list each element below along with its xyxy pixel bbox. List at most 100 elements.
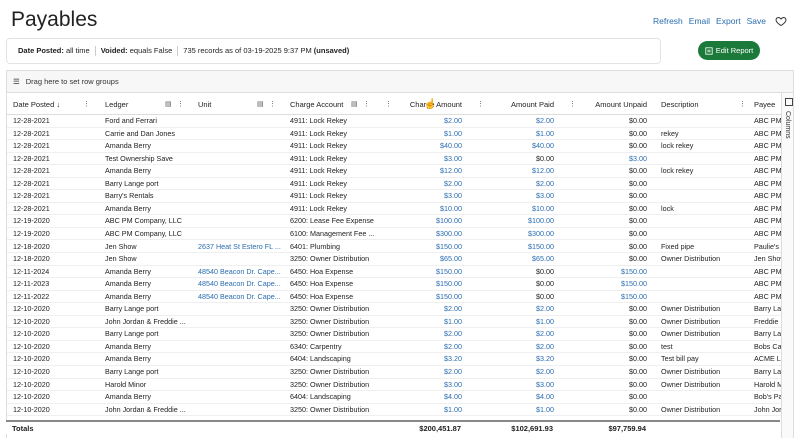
cell-charge-account: 6450: Hoa Expense — [290, 291, 354, 301]
save-link[interactable]: Save — [747, 16, 766, 26]
filter-voided[interactable]: Voided: equals False — [96, 46, 179, 56]
cell-charge-amount[interactable]: $300.00 — [377, 228, 462, 241]
cell-charge-amount[interactable]: $65.00 — [377, 253, 462, 266]
cell-charge-amount[interactable]: $2.00 — [377, 366, 462, 379]
cell-charge-amount[interactable]: $150.00 — [377, 241, 462, 254]
cell-payee: Jen Show — [754, 254, 782, 264]
table-row[interactable]: 12-28-2021 Amanda Berry 4911: Lock Rekey $1… — [7, 203, 782, 216]
col-header-charge-account[interactable]: Charge Account — [290, 93, 360, 115]
column-menu-icon[interactable]: ⋮ — [269, 100, 276, 108]
email-link[interactable]: Email — [689, 16, 710, 26]
edit-report-button[interactable]: Edit Report — [698, 41, 760, 60]
cell-charge-amount[interactable]: $3.00 — [377, 190, 462, 203]
table-row[interactable]: 12-28-2021 Barry Lange port 4911: Lock Rek… — [7, 178, 782, 191]
filter-icon[interactable]: ▤ — [165, 100, 172, 108]
cell-ledger: Amanda Berry — [105, 203, 151, 213]
filter-icon[interactable]: ▤ — [257, 100, 264, 108]
table-row[interactable]: 12-10-2020 Harold Minor 3250: Owner Distri… — [7, 379, 782, 392]
col-header-description[interactable]: Description — [661, 93, 731, 115]
cell-charge-amount[interactable]: $40.00 — [377, 140, 462, 153]
table-row[interactable]: 12-28-2021 Barry's Rentals 4911: Lock Reke… — [7, 190, 782, 203]
cell-unit[interactable]: 2637 Heat St Estero FL ... — [198, 241, 283, 254]
cell-charge-account: 6404: Landscaping — [290, 354, 351, 364]
cell-unit — [198, 404, 283, 417]
cell-charge-account: 4911: Lock Rekey — [290, 191, 348, 201]
cell-unit — [198, 153, 283, 166]
cell-charge-amount[interactable]: $2.00 — [377, 328, 462, 341]
row-group-icon: ☰ — [13, 77, 20, 86]
table-row[interactable]: 12-11-2024 Amanda Berry 48540 Beacon Dr. C… — [7, 266, 782, 279]
table-row[interactable]: 12-10-2020 Amanda Berry 6404: Landscaping $… — [7, 353, 782, 366]
filter-date[interactable]: Date Posted: all time — [13, 46, 96, 56]
columns-side-panel-toggle[interactable]: Columns — [781, 93, 793, 438]
cell-unit[interactable]: 48540 Beacon Dr. Cape... — [198, 291, 283, 304]
table-row[interactable]: 12-19-2020 ABC PM Company, LLC 6200: Lease… — [7, 215, 782, 228]
cell-amount-paid: $2.00 — [536, 329, 554, 339]
totals-row: Totals $200,451.87 $102,691.93 $97,759.9… — [6, 420, 780, 434]
filter-bar[interactable]: Date Posted: all time Voided: equals Fal… — [6, 38, 661, 64]
row-group-dropzone[interactable]: ☰ Drag here to set row groups — [7, 71, 793, 93]
col-header-payee[interactable]: Payee — [754, 93, 784, 115]
table-row[interactable]: 12-10-2020 John Jordan & Freddie ... 3250:… — [7, 404, 782, 417]
table-row[interactable]: 12-10-2020 Amanda Berry 6340: Carpentry $2.… — [7, 341, 782, 354]
cell-charge-amount[interactable]: $1.00 — [377, 316, 462, 329]
table-row[interactable]: 12-10-2020 Barry Lange port 3250: Owner Di… — [7, 366, 781, 379]
table-row[interactable]: 12-19-2020 ABC PM Company, LLC 6100: Manag… — [7, 228, 782, 241]
column-menu-icon[interactable]: ⋮ — [83, 100, 90, 108]
column-menu-icon[interactable]: ⋮ — [363, 100, 370, 108]
table-row[interactable]: 12-28-2021 Carrie and Dan Jones 4911: Lock… — [7, 128, 782, 141]
unsaved-flag: (unsaved) — [313, 46, 350, 55]
col-header-unit[interactable]: Unit — [198, 93, 258, 115]
table-row[interactable]: 12-28-2021 Ford and Ferrari 4911: Lock Rek… — [7, 115, 782, 128]
cell-charge-account: 6450: Hoa Expense — [290, 279, 354, 289]
column-menu-icon[interactable]: ⋮ — [177, 100, 184, 108]
cell-charge-amount[interactable]: $2.00 — [377, 303, 462, 316]
cell-charge-amount[interactable]: $150.00 — [377, 266, 462, 279]
cell-charge-amount[interactable]: $150.00 — [377, 278, 462, 291]
cell-charge-amount[interactable]: $4.00 — [377, 391, 462, 404]
cell-charge-amount[interactable]: $3.00 — [377, 379, 462, 392]
column-menu-icon[interactable]: ⋮ — [739, 100, 746, 108]
cell-charge-account: 6404: Landscaping — [290, 392, 351, 402]
cell-charge-amount[interactable]: $2.00 — [377, 178, 462, 191]
cell-charge-amount[interactable]: $1.00 — [377, 128, 462, 141]
cell-unit[interactable]: 48540 Beacon Dr. Cape... — [198, 266, 283, 279]
favorite-heart-icon[interactable] — [775, 15, 787, 27]
table-row[interactable]: 12-10-2020 Barry Lange port 3250: Owner Di… — [7, 328, 781, 341]
cell-ledger: Jen Show — [105, 241, 137, 251]
cell-charge-amount[interactable]: $12.00 — [377, 165, 462, 178]
table-row[interactable]: 12-11-2023 Amanda Berry 48540 Beacon Dr. C… — [7, 278, 782, 291]
cell-unit[interactable]: 48540 Beacon Dr. Cape... — [198, 278, 283, 291]
table-row[interactable]: 12-11-2022 Amanda Berry 48540 Beacon Dr. C… — [7, 291, 782, 304]
cell-charge-account: 3250: Owner Distribution — [290, 404, 370, 414]
cell-charge-amount[interactable]: $2.00 — [377, 115, 462, 128]
cell-amount-unpaid: $0.00 — [629, 254, 647, 264]
cell-amount-paid: $2.00 — [536, 304, 554, 314]
table-row[interactable]: 12-10-2020 Amanda Berry 6404: Landscaping $… — [7, 391, 782, 404]
table-row[interactable]: 12-28-2021 Test Ownership Save 4911: Lock … — [7, 153, 782, 166]
col-header-date-posted[interactable]: Date Posted ↓ — [13, 93, 93, 115]
filter-icon[interactable]: ▤ — [351, 100, 358, 108]
col-header-charge-amount[interactable]: Charge Amount — [377, 93, 462, 115]
cell-charge-amount[interactable]: $2.00 — [377, 341, 462, 354]
cell-date-posted: 12-28-2021 — [13, 178, 50, 188]
table-row[interactable]: 12-28-2021 Amanda Berry 4911: Lock Rekey $4… — [7, 140, 782, 153]
filter-voided-label: Voided: — [100, 46, 128, 55]
cell-charge-amount[interactable]: $100.00 — [377, 215, 462, 228]
table-row[interactable]: 12-10-2020 Barry Lange port 3250: Owner Di… — [7, 303, 781, 316]
cell-amount-unpaid: $0.00 — [629, 241, 647, 251]
col-header-amount-paid[interactable]: Amount Paid — [469, 93, 554, 115]
cell-charge-amount[interactable]: $10.00 — [377, 203, 462, 216]
table-row[interactable]: 12-10-2020 John Jordan & Freddie ... 3250:… — [7, 316, 781, 329]
col-header-amount-unpaid[interactable]: Amount Unpaid — [562, 93, 647, 115]
table-row[interactable]: 12-18-2020 Jen Show 3250: Owner Distributi… — [7, 253, 782, 266]
table-row[interactable]: 12-18-2020 Jen Show 2637 Heat St Estero FL… — [7, 241, 781, 254]
cell-charge-amount[interactable]: $1.00 — [377, 404, 462, 417]
cell-charge-amount[interactable]: $150.00 — [377, 291, 462, 304]
export-link[interactable]: Export — [716, 16, 741, 26]
refresh-link[interactable]: Refresh — [653, 16, 683, 26]
table-row[interactable]: 12-28-2021 Amanda Berry 4911: Lock Rekey $1… — [7, 165, 782, 178]
cell-charge-amount[interactable]: $3.00 — [377, 153, 462, 166]
sort-down-icon[interactable]: ↓ — [56, 100, 60, 109]
cell-charge-amount[interactable]: $3.20 — [377, 353, 462, 366]
